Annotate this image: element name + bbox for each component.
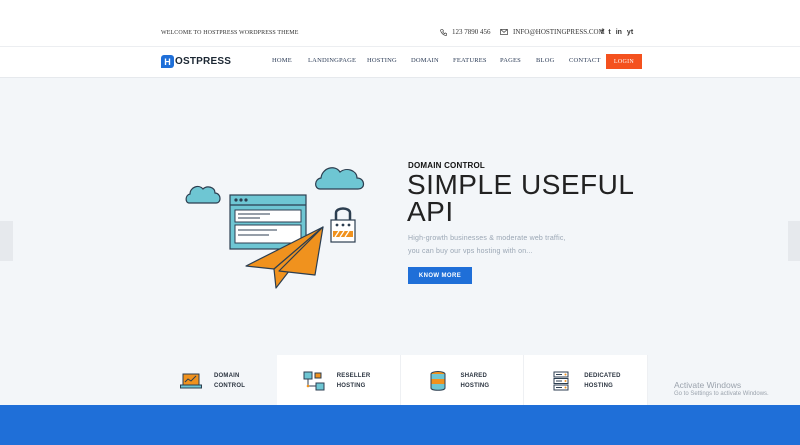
- login-button[interactable]: LOGIN: [606, 54, 642, 69]
- feature-item-dedicated-hosting[interactable]: DEDICATED HOSTING: [524, 355, 648, 407]
- email-contact[interactable]: INFO@HOSTINGPRESS.COM: [500, 28, 605, 36]
- network-icon: [303, 371, 325, 391]
- linkedin-icon[interactable]: in: [616, 29, 622, 36]
- watermark-title: Activate Windows: [674, 380, 742, 390]
- headline-line: SIMPLE USEFUL: [407, 169, 635, 200]
- bottom-section-band: [0, 405, 800, 445]
- cloud-icon: [185, 185, 221, 204]
- hero-description: High-growth businesses & moderate web tr…: [408, 232, 566, 258]
- feature-label: CONTROL: [214, 383, 246, 389]
- feature-item-shared-hosting[interactable]: SHARED HOSTING: [400, 355, 525, 407]
- slider-prev-arrow[interactable]: [0, 221, 13, 261]
- logo-text: OSTPRESS: [175, 56, 232, 67]
- nav-item-features[interactable]: FEATURES: [453, 57, 487, 64]
- twitter-icon[interactable]: t: [608, 29, 610, 36]
- phone-number: 123 7890 456: [452, 28, 491, 36]
- server-icon: [553, 371, 569, 391]
- cloud-icon: [315, 167, 365, 190]
- social-links: f t in yt: [601, 29, 633, 36]
- feature-label: HOSTING: [336, 383, 366, 389]
- top-bar: WELCOME TO HOSTPRESS WORDPRESS THEME 123…: [0, 0, 800, 47]
- feature-label: RESELLER: [336, 373, 371, 379]
- feature-label: DEDICATED: [584, 373, 621, 379]
- feature-item-reseller-hosting[interactable]: RESELLER HOSTING: [276, 355, 401, 407]
- headline-line: API: [407, 196, 454, 227]
- logo-badge: H: [161, 55, 174, 68]
- activation-watermark: Activate Windows Go to Settings to activ…: [674, 380, 769, 397]
- feature-item-domain-control[interactable]: DOMAIN CONTROL: [154, 355, 277, 407]
- hero-headline: SIMPLE USEFUL API: [407, 169, 635, 227]
- watermark-subtitle: Go to Settings to activate Windows.: [674, 391, 769, 397]
- feature-label: SHARED: [460, 373, 488, 379]
- know-more-button[interactable]: KNOW MORE: [408, 267, 472, 284]
- email-address: INFO@HOSTINGPRESS.COM: [513, 28, 605, 36]
- slider-next-arrow[interactable]: [788, 221, 800, 261]
- main-navbar: H OSTPRESS HOME LANDINGPAGE HOSTING DOMA…: [0, 47, 800, 78]
- nav-item-landingpage[interactable]: LANDINGPAGE: [308, 57, 356, 64]
- nav-item-contact[interactable]: CONTACT: [569, 57, 601, 64]
- feature-strip: DOMAIN CONTROL RESELLER HOSTING SHARED H…: [154, 355, 648, 407]
- nav-item-hosting[interactable]: HOSTING: [367, 57, 397, 64]
- youtube-icon[interactable]: yt: [627, 29, 633, 36]
- nav-item-pages[interactable]: PAGES: [500, 57, 521, 64]
- laptop-chart-icon: [180, 373, 202, 389]
- facebook-icon[interactable]: f: [601, 29, 603, 36]
- hero-illustration: [185, 167, 365, 289]
- description-line: you can buy our vps hosting with on...: [408, 248, 533, 255]
- welcome-text: WELCOME TO HOSTPRESS WORDPRESS THEME: [161, 30, 299, 36]
- logo[interactable]: H OSTPRESS: [161, 55, 231, 68]
- nav-item-home[interactable]: HOME: [272, 57, 292, 64]
- phone-contact[interactable]: 123 7890 456: [440, 28, 491, 36]
- nav-item-domain[interactable]: DOMAIN: [411, 57, 439, 64]
- padlock-icon: [330, 207, 356, 243]
- feature-label: HOSTING: [584, 383, 613, 389]
- feature-label: DOMAIN: [214, 373, 240, 379]
- feature-label: HOSTING: [460, 383, 490, 389]
- phone-icon: [440, 28, 447, 36]
- mail-icon: [500, 29, 508, 35]
- nav-item-blog[interactable]: BLOG: [536, 57, 555, 64]
- database-icon: [430, 371, 445, 391]
- description-line: High-growth businesses & moderate web tr…: [408, 235, 566, 242]
